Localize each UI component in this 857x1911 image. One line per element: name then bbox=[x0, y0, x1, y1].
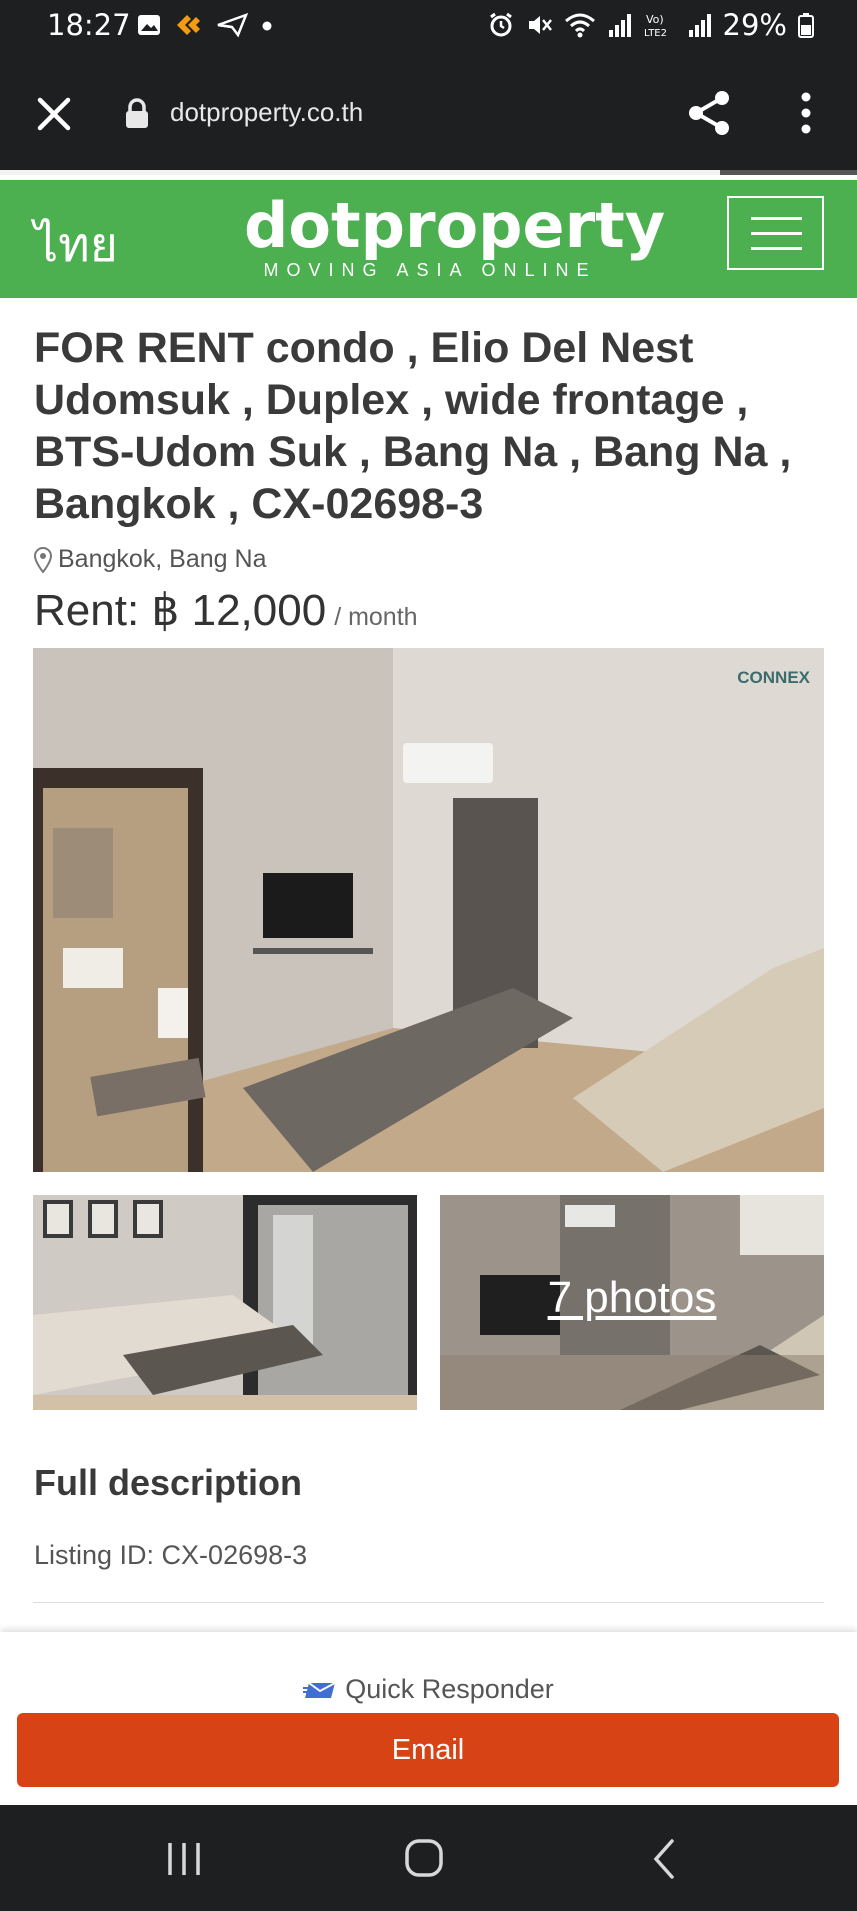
status-right: Vo) LTE2 29% bbox=[487, 8, 815, 42]
status-bar: 18:27 Vo) LTE2 29% bbox=[0, 0, 857, 52]
listing-id: Listing ID: CX-02698-3 bbox=[34, 1540, 308, 1570]
wifi-icon bbox=[564, 13, 595, 38]
system-nav-bar bbox=[0, 1805, 857, 1911]
quick-responder-icon bbox=[303, 1681, 336, 1698]
back-button[interactable] bbox=[634, 1831, 694, 1887]
svg-text:LTE2: LTE2 bbox=[644, 28, 667, 39]
share-icon bbox=[689, 91, 729, 135]
status-left-icons bbox=[136, 12, 274, 38]
status-time: 18:27 bbox=[47, 8, 131, 42]
listing-location: Bangkok, Bang Na bbox=[34, 545, 266, 574]
description-heading: Full description bbox=[34, 1462, 303, 1503]
battery-percent: 29% bbox=[722, 8, 787, 42]
more-vertical-icon bbox=[801, 92, 811, 134]
logo-tagline: MOVING ASIA ONLINE bbox=[263, 260, 597, 280]
recent-apps-button[interactable] bbox=[154, 1831, 214, 1887]
back-icon bbox=[653, 1839, 674, 1879]
hamburger-line bbox=[751, 232, 802, 235]
volte-icon: Vo) LTE2 bbox=[644, 13, 667, 39]
hamburger-menu-button[interactable] bbox=[727, 196, 824, 270]
map-pin-icon bbox=[34, 546, 52, 573]
mute-icon bbox=[528, 16, 552, 34]
lock-icon bbox=[126, 98, 148, 128]
app-notification-icon bbox=[177, 15, 200, 35]
dot-icon bbox=[262, 21, 272, 31]
site-header: ไทย dotproperty MOVING ASIA ONLINE bbox=[0, 180, 857, 298]
quick-responder-badge: Quick Responder bbox=[0, 1674, 857, 1705]
svg-text:Vo): Vo) bbox=[646, 13, 664, 26]
signal-icon bbox=[608, 14, 631, 37]
site-logo[interactable]: dotproperty MOVING ASIA ONLINE bbox=[244, 189, 666, 281]
hamburger-line bbox=[751, 217, 802, 220]
living-room-photo bbox=[33, 1195, 417, 1410]
home-icon bbox=[405, 1839, 443, 1877]
battery-icon bbox=[798, 13, 814, 38]
listing-thumbnail[interactable] bbox=[33, 1195, 417, 1410]
share-button[interactable] bbox=[684, 88, 734, 138]
signal-icon bbox=[688, 14, 711, 37]
send-icon bbox=[217, 12, 248, 38]
contact-footer: Quick Responder Email bbox=[0, 1632, 857, 1802]
url-text[interactable]: dotproperty.co.th bbox=[170, 97, 363, 128]
hamburger-line bbox=[751, 247, 802, 250]
more-options-button[interactable] bbox=[784, 88, 828, 138]
alarm-icon bbox=[489, 12, 512, 37]
page-load-progress-fill bbox=[0, 170, 720, 175]
recent-apps-icon bbox=[168, 1843, 200, 1875]
photo-watermark: CONNEX bbox=[737, 668, 810, 687]
close-icon bbox=[37, 97, 71, 131]
browser-toolbar: dotproperty.co.th bbox=[0, 52, 857, 175]
price-value: Rent: ฿ 12,000 bbox=[34, 586, 327, 635]
quick-responder-label: Quick Responder bbox=[345, 1674, 554, 1704]
email-button[interactable]: Email bbox=[17, 1713, 839, 1787]
main-listing-photo[interactable]: CONNEX bbox=[33, 648, 824, 1172]
gallery-icon bbox=[138, 15, 160, 35]
more-photos-thumbnail[interactable]: 7 photos bbox=[440, 1195, 824, 1410]
listing-price: Rent: ฿ 12,000/ month bbox=[34, 585, 418, 636]
home-button[interactable] bbox=[394, 1831, 454, 1887]
logo-wordmark: dotproperty bbox=[244, 189, 666, 262]
listing-title: FOR RENT condo , Elio Del Nest Udomsuk ,… bbox=[34, 324, 792, 528]
view-all-photos-link[interactable]: 7 photos bbox=[440, 1273, 824, 1323]
page-load-progress bbox=[0, 170, 857, 175]
price-period: / month bbox=[334, 603, 418, 631]
close-tab-button[interactable] bbox=[30, 90, 78, 138]
location-text: Bangkok, Bang Na bbox=[58, 545, 267, 573]
divider bbox=[33, 1602, 824, 1603]
room-photo bbox=[33, 648, 824, 1172]
language-switch-link[interactable]: ไทย bbox=[34, 207, 118, 283]
